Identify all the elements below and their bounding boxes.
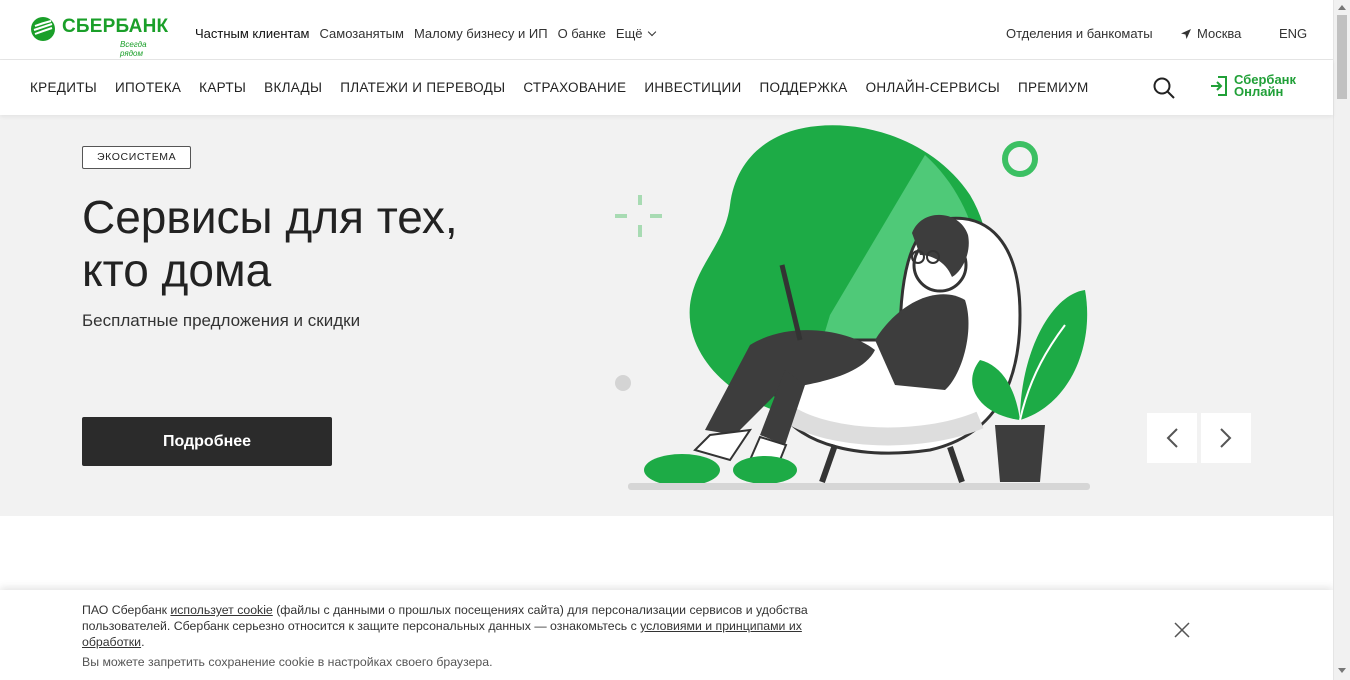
- hero-banner: ЭКОСИСТЕМА Сервисы для тех, кто дома Бес…: [0, 115, 1333, 516]
- chevron-left-icon: [1166, 428, 1178, 448]
- sberbank-online-label: Сбербанк Онлайн: [1234, 73, 1296, 99]
- menu-insurance[interactable]: СТРАХОВАНИЕ: [523, 80, 626, 95]
- chevron-down-icon: [647, 27, 656, 37]
- carousel-prev-button[interactable]: [1147, 413, 1197, 463]
- nav-more-label: Ещё: [615, 26, 643, 41]
- menu-deposits[interactable]: ВКЛАДЫ: [264, 80, 322, 95]
- sberbank-online-button[interactable]: Сбербанк Онлайн: [1210, 73, 1296, 99]
- cookie-usage-link[interactable]: использует cookie: [170, 603, 272, 617]
- sparkle-decor-left: [615, 195, 662, 237]
- offices-atms-link[interactable]: Отделения и банкоматы: [1006, 26, 1153, 41]
- dot-decor: [615, 375, 631, 391]
- menu-credits[interactable]: КРЕДИТЫ: [30, 80, 97, 95]
- search-icon[interactable]: [1152, 76, 1176, 100]
- menu-online-services[interactable]: ОНЛАЙН-СЕРВИСЫ: [866, 80, 1000, 95]
- sberbank-online-line2: Онлайн: [1234, 84, 1284, 99]
- page-scrollbar[interactable]: [1333, 0, 1350, 680]
- brand-slogan: Всегда рядом: [120, 40, 147, 58]
- login-arrow-icon: [1211, 76, 1227, 96]
- menu-premium[interactable]: ПРЕМИУМ: [1018, 80, 1089, 95]
- ecosystem-badge: ЭКОСИСТЕМА: [82, 146, 192, 169]
- menu-support[interactable]: ПОДДЕРЖКА: [759, 80, 847, 95]
- nav-self-employed[interactable]: Самозанятым: [320, 26, 404, 41]
- hero-title-line2: кто дома: [82, 244, 272, 296]
- brand-name: СБЕРБАНК: [62, 16, 169, 37]
- scroll-down-arrow[interactable]: [1338, 668, 1346, 673]
- segment-nav: Частным клиентам Самозанятым Малому бизн…: [195, 26, 656, 41]
- carousel-next-button[interactable]: [1201, 413, 1251, 463]
- menu-payments[interactable]: ПЛАТЕЖИ И ПЕРЕВОДЫ: [340, 80, 505, 95]
- cookie-banner: ПАО Сбербанк использует cookie (файлы с …: [0, 590, 1333, 680]
- city-name: Москва: [1197, 26, 1242, 41]
- menu-mortgage[interactable]: ИПОТЕКА: [115, 80, 181, 95]
- cookie-text-part3: .: [141, 635, 145, 649]
- sberbank-logo-icon: [31, 17, 55, 41]
- page: СБЕРБАНК Всегда рядом Частным клиентам С…: [0, 0, 1350, 680]
- menu-cards[interactable]: КАРТЫ: [199, 80, 246, 95]
- menu-investments[interactable]: ИНВЕСТИЦИИ: [644, 80, 741, 95]
- close-icon[interactable]: [1173, 621, 1191, 639]
- home-services-illustration: [615, 125, 1090, 490]
- main-nav: КРЕДИТЫ ИПОТЕКА КАРТЫ ВКЛАДЫ ПЛАТЕЖИ И П…: [0, 60, 1333, 115]
- nav-about-bank[interactable]: О банке: [558, 26, 606, 41]
- scroll-thumb[interactable]: [1337, 15, 1347, 99]
- nav-small-business[interactable]: Малому бизнесу и ИП: [414, 26, 548, 41]
- ring-decor: [1002, 141, 1038, 177]
- product-menu: КРЕДИТЫ ИПОТЕКА КАРТЫ ВКЛАДЫ ПЛАТЕЖИ И П…: [30, 80, 1089, 95]
- city-selector[interactable]: Москва: [1180, 26, 1241, 41]
- location-arrow-icon: [1181, 28, 1191, 39]
- sberbank-logo[interactable]: СБЕРБАНК Всегда рядом: [30, 14, 170, 58]
- cookie-text-part1: ПАО Сбербанк: [82, 603, 171, 617]
- cookie-text: ПАО Сбербанк использует cookie (файлы с …: [82, 602, 842, 650]
- nav-private-clients[interactable]: Частным клиентам: [195, 26, 310, 41]
- scroll-up-arrow[interactable]: [1338, 5, 1346, 10]
- language-switch[interactable]: ENG: [1279, 26, 1307, 41]
- hero-title: Сервисы для тех, кто дома: [82, 191, 562, 297]
- more-details-button[interactable]: Подробнее: [82, 417, 332, 466]
- cookie-note: Вы можете запретить сохранение cookie в …: [82, 655, 493, 669]
- hero-title-line1: Сервисы для тех,: [82, 191, 458, 243]
- hero-subtitle: Бесплатные предложения и скидки: [82, 311, 361, 330]
- chevron-right-icon: [1220, 428, 1232, 448]
- top-bar: СБЕРБАНК Всегда рядом Частным клиентам С…: [0, 0, 1333, 60]
- nav-more-dropdown[interactable]: Ещё: [615, 26, 656, 41]
